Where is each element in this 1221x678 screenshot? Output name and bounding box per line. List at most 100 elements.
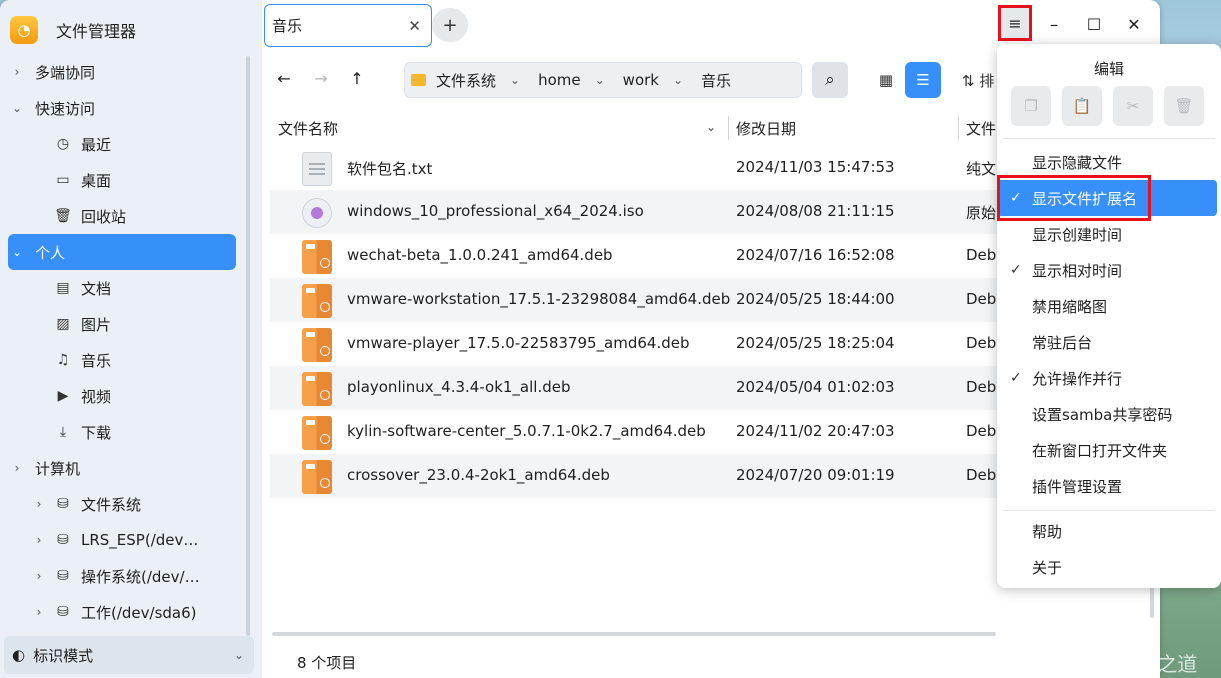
file-name: vmware-workstation_17.5.1-23298084_amd64… — [347, 290, 731, 308]
breadcrumb-item[interactable]: work ⌄ — [623, 71, 683, 89]
column-name[interactable]: 文件名称 — [278, 118, 338, 139]
sidebar-item-label: 多端协同 — [35, 63, 96, 82]
cut-icon: ✂ — [1126, 97, 1140, 115]
tab-close-icon[interactable]: ✕ — [408, 17, 421, 35]
breadcrumb[interactable]: 文件系统 ⌄ home ⌄ work ⌄ 音乐 — [404, 62, 802, 98]
sidebar-item[interactable]: › 计算机 — [0, 450, 246, 486]
sidebar-item[interactable]: ▨ 图片 — [0, 306, 246, 342]
chevron-right-icon[interactable]: › — [32, 569, 46, 583]
column-type[interactable]: 文件 — [966, 118, 996, 139]
menu-item-label: 在新窗口打开文件夹 — [1032, 441, 1168, 460]
deb-file-icon — [302, 372, 332, 406]
deb-file-icon — [302, 284, 332, 318]
sidebar-item[interactable]: ⌄ 个人 — [8, 234, 236, 270]
menu-item[interactable]: 设置samba共享密码 — [997, 396, 1217, 432]
menu-item[interactable]: 显示隐藏文件 — [997, 144, 1217, 180]
main-menu-button[interactable]: ≡ — [998, 5, 1032, 41]
menu-item-label: 显示相对时间 — [1032, 261, 1123, 280]
sidebar-item[interactable]: › ⛁ 工作(/dev/sda6) — [0, 594, 246, 630]
sidebar-item[interactable]: ⤓ 下载 — [0, 414, 246, 450]
icon-view-button[interactable]: ▦ — [868, 62, 904, 98]
breadcrumb-item[interactable]: 文件系统 ⌄ — [411, 70, 520, 91]
chevron-down-icon[interactable]: ⌄ — [673, 73, 683, 87]
sidebar-item[interactable]: ⌄ 快速访问 — [0, 90, 246, 126]
mode-selector[interactable]: ◐ 标识模式 ⌄ — [4, 636, 254, 674]
sidebar-list: › 多端协同 ⌄ 快速访问 ◷ 最近 ▭ 桌面 🗑 回收站 ⌄ 个人 ▤ 文档 ▨ 图片 ♫ 音乐 ▶ 视频 ⤓ 下载 › 计… — [0, 54, 246, 630]
chevron-right-icon[interactable]: › — [32, 605, 46, 619]
paste-button[interactable]: 📋 — [1062, 86, 1102, 126]
folder-icon — [411, 74, 426, 86]
forward-button[interactable]: → — [307, 64, 335, 92]
list-view-button[interactable]: ☰ — [905, 62, 941, 98]
file-type: Debi — [966, 422, 1001, 440]
deb-file-icon — [302, 328, 332, 362]
sidebar-item-icon: ▤ — [56, 280, 70, 296]
checkmark-icon: ✓ — [1010, 262, 1022, 278]
chevron-down-icon[interactable]: ⌄ — [595, 73, 605, 87]
chevron-right-icon[interactable]: › — [10, 65, 24, 79]
file-modified-date: 2024/07/16 16:52:08 — [736, 246, 895, 264]
chevron-down-icon[interactable]: ⌄ — [510, 73, 520, 87]
sidebar-item[interactable]: ▤ 文档 — [0, 270, 246, 306]
sidebar-item-icon: ▨ — [56, 316, 70, 332]
menu-item[interactable]: 常驻后台 — [997, 324, 1217, 360]
file-name: wechat-beta_1.0.0.241_amd64.deb — [347, 246, 613, 264]
sort-chevron-icon[interactable]: ⌄ — [706, 120, 716, 134]
menu-edit-title: 编辑 — [1093, 60, 1124, 78]
column-divider[interactable] — [958, 116, 959, 140]
sidebar-item[interactable]: › ⛁ LRS_ESP(/dev… — [0, 522, 246, 558]
search-button[interactable]: ⌕ — [812, 62, 848, 98]
sidebar-item[interactable]: ◷ 最近 — [0, 126, 246, 162]
menu-item-label: 显示文件扩展名 — [1032, 189, 1138, 208]
minimize-button[interactable]: – — [1037, 7, 1071, 41]
file-name: playonlinux_4.3.4-ok1_all.deb — [347, 378, 571, 396]
breadcrumb-label: 文件系统 — [436, 71, 497, 90]
chevron-down-icon[interactable]: ⌄ — [10, 245, 24, 259]
chevron-right-icon[interactable]: › — [32, 533, 46, 547]
main-menu-dropdown: 编辑 ❐ 📋 ✂ 🗑 显示隐藏文件 ✓ 显示文件扩展名 显示创建时间 ✓ 显示相对时间 禁用缩略图常… — [997, 44, 1221, 588]
mode-label: 标识模式 — [33, 646, 94, 665]
sidebar-item[interactable]: ▭ 桌面 — [0, 162, 246, 198]
file-modified-date: 2024/08/08 21:11:15 — [736, 202, 895, 220]
menu-item[interactable]: 关于 — [997, 549, 1217, 585]
iso-file-icon — [302, 198, 332, 228]
tab-label: 音乐 — [272, 17, 303, 35]
file-name: windows_10_professional_x64_2024.iso — [347, 202, 644, 220]
menu-item-label: 显示创建时间 — [1032, 225, 1123, 244]
copy-button[interactable]: ❐ — [1011, 86, 1051, 126]
chevron-down-icon[interactable]: ⌄ — [10, 101, 24, 115]
up-button[interactable]: ↑ — [343, 64, 371, 92]
sidebar-scrollbar[interactable] — [246, 56, 250, 636]
maximize-button[interactable]: ☐ — [1077, 7, 1111, 41]
horizontal-scrollbar[interactable] — [272, 632, 996, 636]
menu-item-label: 插件管理设置 — [1032, 477, 1123, 496]
menu-item[interactable]: ✓ 显示相对时间 — [997, 252, 1217, 288]
sort-button[interactable]: ⇅ 排 — [962, 70, 994, 91]
sidebar-item[interactable]: 🗑 回收站 — [0, 198, 246, 234]
cut-button[interactable]: ✂ — [1113, 86, 1153, 126]
sidebar-item[interactable]: ♫ 音乐 — [0, 342, 246, 378]
back-button[interactable]: ← — [270, 64, 298, 92]
breadcrumb-item[interactable]: 音乐 — [701, 70, 731, 91]
close-window-button[interactable]: ✕ — [1117, 7, 1151, 41]
new-tab-button[interactable]: + — [432, 8, 468, 42]
menu-item[interactable]: 在新窗口打开文件夹 — [997, 432, 1217, 468]
sidebar-item[interactable]: › ⛁ 文件系统 — [0, 486, 246, 522]
column-modified[interactable]: 修改日期 — [736, 118, 796, 139]
menu-item[interactable]: 帮助 — [997, 513, 1217, 549]
menu-item[interactable]: 插件管理设置 — [997, 468, 1217, 504]
sidebar-item-label: 文件系统 — [81, 495, 142, 514]
chevron-right-icon[interactable]: › — [10, 461, 24, 475]
sidebar-item[interactable]: › ⛁ 操作系统(/dev/… — [0, 558, 246, 594]
menu-item[interactable]: 显示创建时间 — [997, 216, 1217, 252]
menu-item[interactable]: ✓ 显示文件扩展名 — [997, 180, 1217, 216]
delete-button[interactable]: 🗑 — [1164, 86, 1204, 126]
sidebar-item[interactable]: › 多端协同 — [0, 54, 246, 90]
menu-item[interactable]: 禁用缩略图 — [997, 288, 1217, 324]
column-divider[interactable] — [728, 116, 729, 140]
sidebar-item[interactable]: ▶ 视频 — [0, 378, 246, 414]
breadcrumb-item[interactable]: home ⌄ — [538, 71, 605, 89]
menu-item[interactable]: ✓ 允许操作并行 — [997, 360, 1217, 396]
tab-music[interactable]: 音乐 ✕ — [264, 4, 432, 47]
chevron-right-icon[interactable]: › — [32, 497, 46, 511]
